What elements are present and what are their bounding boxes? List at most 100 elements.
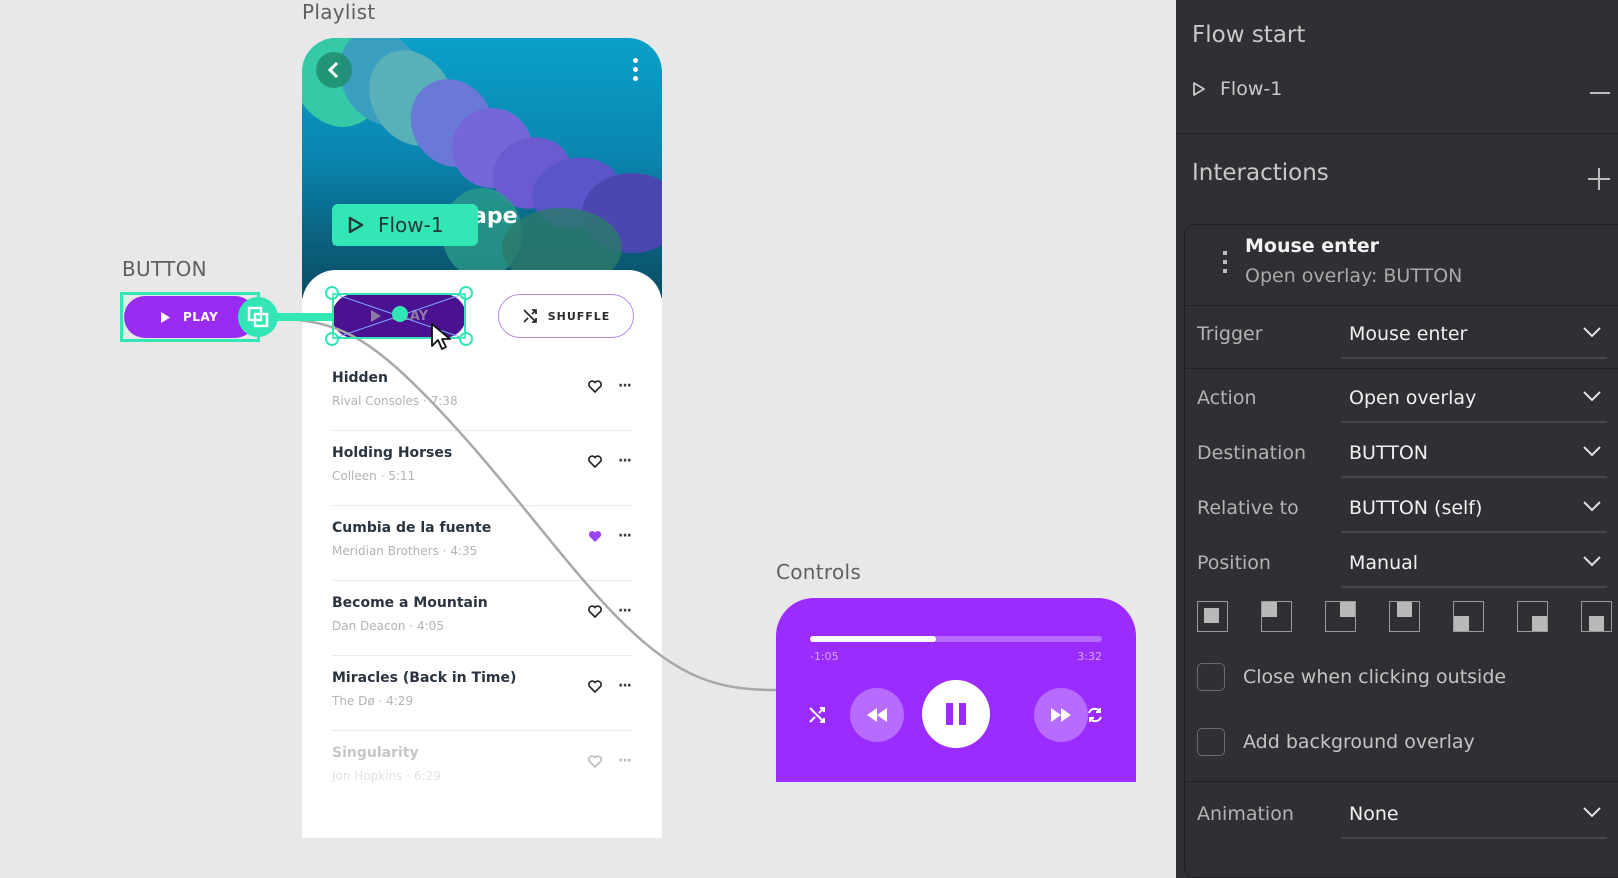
frame-label-button[interactable]: BUTTON [122,257,207,281]
field-label: Relative to [1197,497,1299,519]
track-row[interactable]: Holding Horses Colleen · 5:11 ··· [332,431,632,506]
connection-point[interactable] [392,306,408,322]
heart-filled-icon[interactable] [588,530,602,543]
checkbox-label: Add background overlay [1243,731,1475,753]
interactions-panel: Flow start Flow-1 Interactions Mouse ent… [1176,0,1618,878]
track-row[interactable]: Become a Mountain Dan Deacon · 4:05 ··· [332,581,632,656]
track-duration: 6:29 [413,769,441,783]
button-component[interactable]: PLAY [124,296,256,338]
flow-start-item[interactable]: Flow-1 [1192,78,1282,100]
position-preset-top-left[interactable] [1261,601,1292,632]
shuffle-icon [523,309,537,323]
track-more-button[interactable]: ··· [618,678,632,694]
frame-label-playlist[interactable]: Playlist [302,0,375,24]
trigger-field: Trigger Mouse enter [1185,311,1618,361]
track-more-button[interactable]: ··· [618,453,632,469]
interaction-card: Mouse enter Open overlay: BUTTON Trigger… [1184,224,1618,878]
divider [1176,133,1618,134]
heart-outline-icon[interactable] [588,380,602,393]
position-field: Position Manual [1185,540,1618,590]
heart-outline-icon[interactable] [588,680,602,693]
destination-select[interactable]: BUTTON [1341,434,1607,478]
button-component-label: PLAY [183,310,219,324]
track-duration: 4:29 [386,694,414,708]
add-interaction-button[interactable] [1588,168,1610,190]
track-row[interactable]: Singularity Jon Hopkins · 6:29 ··· [332,731,632,806]
track-more-button[interactable]: ··· [618,753,632,769]
field-value: Open overlay [1349,387,1477,409]
heart-outline-icon[interactable] [588,605,602,618]
controls-frame[interactable]: -1:05 3:32 [776,598,1136,782]
more-options-button[interactable] [633,58,638,81]
relative-to-select[interactable]: BUTTON (self) [1341,489,1607,533]
open-overlay-node[interactable] [238,297,278,337]
field-value: BUTTON (self) [1349,497,1483,519]
field-label: Animation [1197,803,1294,825]
flow-name: Flow-1 [1220,78,1283,100]
design-canvas[interactable]: Playlist BUTTON Controls ape 56 tracks ·… [0,0,1176,878]
hero-artwork: ape 56 tracks · Public [302,38,662,298]
animation-select[interactable]: None [1341,795,1607,839]
interaction-title[interactable]: Mouse enter [1245,235,1379,257]
interactions-heading: Interactions [1192,160,1329,186]
shuffle-button[interactable]: SHUFFLE [498,294,634,338]
resize-handle-top-left[interactable] [325,286,339,300]
progress-fill [810,636,936,642]
position-preset-bottom-left[interactable] [1453,601,1484,632]
shuffle-button-label: SHUFFLE [547,309,611,323]
resize-handle-bottom-right[interactable] [459,332,473,346]
add-background-overlay-option[interactable]: Add background overlay [1197,728,1475,756]
repeat-toggle[interactable] [1082,702,1108,728]
resize-handle-top-right[interactable] [459,286,473,300]
playlist-frame[interactable]: ape 56 tracks · Public Flow-1 PLAY [302,38,662,838]
track-meta: Rival Consoles · 7:38 [332,394,458,408]
resize-handle-bottom-left[interactable] [325,332,339,346]
flow-tag-label: Flow-1 [378,213,444,237]
fast-forward-button[interactable] [1034,688,1088,742]
action-select[interactable]: Open overlay [1341,379,1607,423]
frame-label-controls[interactable]: Controls [776,560,861,584]
track-title: Become a Mountain [332,595,488,611]
remove-flow-button[interactable] [1590,82,1610,102]
chevron-down-icon [1583,501,1601,512]
track-duration: 4:35 [450,544,478,558]
track-row[interactable]: Cumbia de la fuente Meridian Brothers · … [332,506,632,581]
track-more-button[interactable]: ··· [618,378,632,394]
position-preset-bottom-right[interactable] [1517,601,1548,632]
rewind-button[interactable] [850,688,904,742]
track-row[interactable]: Miracles (Back in Time) The Dø · 4:29 ··… [332,656,632,731]
dot [633,67,638,72]
track-artist: Rival Consoles [332,394,420,408]
position-preset-center[interactable] [1197,601,1228,632]
track-row[interactable]: Hidden Rival Consoles · 7:38 ··· [332,356,632,431]
field-label: Trigger [1197,323,1263,345]
play-outline-icon [348,216,364,234]
close-when-clicking-outside-option[interactable]: Close when clicking outside [1197,663,1506,691]
trigger-select[interactable]: Mouse enter [1341,315,1607,359]
time-elapsed: -1:05 [810,650,839,663]
track-meta: Meridian Brothers · 4:35 [332,544,478,558]
position-select[interactable]: Manual [1341,544,1607,588]
track-duration: 7:38 [430,394,458,408]
back-button[interactable] [316,52,352,88]
progress-slider[interactable] [810,636,1102,642]
time-total: 3:32 [1077,650,1102,663]
checkbox-label: Close when clicking outside [1243,666,1507,688]
position-preset-top-center[interactable] [1389,601,1420,632]
track-title: Singularity [332,745,419,761]
heart-outline-icon[interactable] [588,755,602,768]
close-outside-checkbox[interactable] [1197,663,1225,691]
position-preset-top-right[interactable] [1325,601,1356,632]
pause-icon [946,703,966,725]
flow-start-tag[interactable]: Flow-1 [332,204,478,246]
pause-button[interactable] [922,680,990,748]
track-more-button[interactable]: ··· [618,603,632,619]
track-more-button[interactable]: ··· [618,528,632,544]
position-preset-bottom-center[interactable] [1581,601,1612,632]
shuffle-toggle[interactable] [804,702,830,728]
background-overlay-checkbox[interactable] [1197,728,1225,756]
heart-outline-icon[interactable] [588,455,602,468]
interaction-menu-icon[interactable] [1223,251,1227,273]
track-artist: Meridian Brothers [332,544,439,558]
animation-field: Animation None [1185,791,1618,841]
